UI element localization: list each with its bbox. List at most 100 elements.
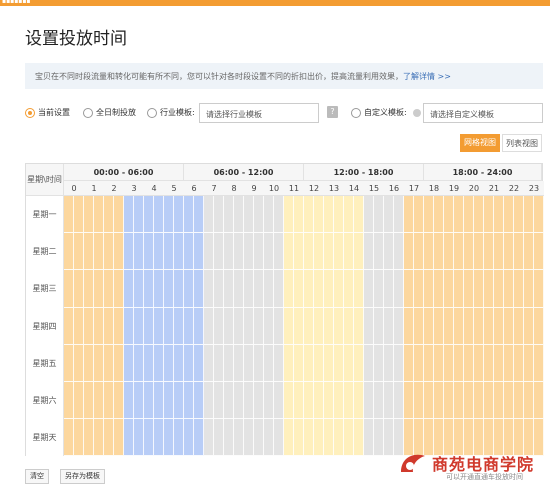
time-slot-cell[interactable] <box>304 270 314 308</box>
time-slot-cell[interactable] <box>364 196 374 234</box>
time-slot-cell[interactable] <box>504 382 514 420</box>
time-slot-cell[interactable] <box>244 270 254 308</box>
time-slot-cell[interactable] <box>304 196 314 234</box>
time-slot-cell[interactable] <box>294 344 304 382</box>
time-slot-cell[interactable] <box>514 196 524 234</box>
time-slot-cell[interactable] <box>94 270 104 308</box>
time-slot-cell[interactable] <box>284 307 294 345</box>
time-slot-cell[interactable] <box>474 382 484 420</box>
time-slot-cell[interactable] <box>164 382 174 420</box>
time-slot-cell[interactable] <box>534 270 544 308</box>
time-slot-cell[interactable] <box>194 307 204 345</box>
time-slot-cell[interactable] <box>454 307 464 345</box>
radio-current-setting[interactable]: 当前设置 <box>25 107 70 118</box>
time-slot-cell[interactable] <box>144 270 154 308</box>
time-slot-cell[interactable] <box>504 344 514 382</box>
time-slot-cell[interactable] <box>84 344 94 382</box>
time-slot-cell[interactable] <box>254 419 264 457</box>
time-slot-cell[interactable] <box>334 233 344 271</box>
time-slot-cell[interactable] <box>74 307 84 345</box>
time-slot-cell[interactable] <box>184 382 194 420</box>
radio-industry-template[interactable]: 行业模板: <box>147 107 195 118</box>
time-slot-cell[interactable] <box>524 382 534 420</box>
time-slot-cell[interactable] <box>144 233 154 271</box>
radio-full-day[interactable]: 全日制投放 <box>83 107 136 118</box>
time-slot-cell[interactable] <box>224 307 234 345</box>
time-slot-cell[interactable] <box>464 382 474 420</box>
time-slot-cell[interactable] <box>204 344 214 382</box>
time-slot-cell[interactable] <box>84 233 94 271</box>
time-slot-cell[interactable] <box>274 307 284 345</box>
time-slot-cell[interactable] <box>304 307 314 345</box>
time-slot-cell[interactable] <box>254 344 264 382</box>
time-slot-cell[interactable] <box>204 382 214 420</box>
time-slot-cell[interactable] <box>194 419 204 457</box>
time-slot-cell[interactable] <box>404 196 414 234</box>
time-slot-cell[interactable] <box>474 270 484 308</box>
time-slot-cell[interactable] <box>444 382 454 420</box>
time-slot-cell[interactable] <box>194 382 204 420</box>
time-slot-cell[interactable] <box>534 196 544 234</box>
time-slot-cell[interactable] <box>64 196 74 234</box>
time-slot-cell[interactable] <box>324 419 334 457</box>
time-slot-cell[interactable] <box>164 233 174 271</box>
time-slot-cell[interactable] <box>284 233 294 271</box>
time-slot-cell[interactable] <box>104 419 114 457</box>
time-slot-cell[interactable] <box>84 307 94 345</box>
time-slot-cell[interactable] <box>414 382 424 420</box>
time-slot-cell[interactable] <box>484 196 494 234</box>
time-slot-cell[interactable] <box>274 196 284 234</box>
time-slot-cell[interactable] <box>394 382 404 420</box>
time-slot-cell[interactable] <box>284 419 294 457</box>
time-slot-cell[interactable] <box>174 270 184 308</box>
time-slot-cell[interactable] <box>284 270 294 308</box>
time-slot-cell[interactable] <box>204 307 214 345</box>
time-slot-cell[interactable] <box>354 344 364 382</box>
time-slot-cell[interactable] <box>214 419 224 457</box>
time-slot-cell[interactable] <box>164 307 174 345</box>
time-slot-cell[interactable] <box>184 270 194 308</box>
time-slot-cell[interactable] <box>154 307 164 345</box>
time-slot-cell[interactable] <box>454 270 464 308</box>
time-slot-cell[interactable] <box>164 344 174 382</box>
time-slot-cell[interactable] <box>314 382 324 420</box>
time-slot-cell[interactable] <box>394 196 404 234</box>
time-slot-cell[interactable] <box>384 344 394 382</box>
time-slot-cell[interactable] <box>114 196 124 234</box>
clear-button[interactable]: 清空 <box>25 469 49 484</box>
time-slot-cell[interactable] <box>324 196 334 234</box>
time-slot-cell[interactable] <box>494 233 504 271</box>
time-slot-cell[interactable] <box>334 344 344 382</box>
time-slot-cell[interactable] <box>144 307 154 345</box>
time-slot-cell[interactable] <box>174 344 184 382</box>
time-slot-cell[interactable] <box>234 233 244 271</box>
time-slot-cell[interactable] <box>244 419 254 457</box>
time-slot-cell[interactable] <box>104 307 114 345</box>
time-slot-cell[interactable] <box>354 270 364 308</box>
time-slot-cell[interactable] <box>514 233 524 271</box>
time-slot-cell[interactable] <box>384 196 394 234</box>
time-slot-cell[interactable] <box>204 419 214 457</box>
time-slot-cell[interactable] <box>134 270 144 308</box>
time-slot-cell[interactable] <box>264 196 274 234</box>
time-slot-cell[interactable] <box>164 419 174 457</box>
time-slot-cell[interactable] <box>534 307 544 345</box>
time-slot-cell[interactable] <box>324 307 334 345</box>
time-slot-cell[interactable] <box>174 196 184 234</box>
time-slot-cell[interactable] <box>424 307 434 345</box>
time-slot-cell[interactable] <box>444 270 454 308</box>
time-slot-cell[interactable] <box>224 382 234 420</box>
time-slot-cell[interactable] <box>334 307 344 345</box>
time-slot-cell[interactable] <box>74 196 84 234</box>
time-slot-cell[interactable] <box>504 233 514 271</box>
save-as-template-button[interactable]: 另存为模板 <box>60 469 105 484</box>
time-slot-cell[interactable] <box>464 196 474 234</box>
time-slot-cell[interactable] <box>494 270 504 308</box>
time-slot-cell[interactable] <box>204 196 214 234</box>
time-slot-cell[interactable] <box>384 382 394 420</box>
time-slot-cell[interactable] <box>364 382 374 420</box>
time-slot-cell[interactable] <box>434 382 444 420</box>
time-slot-cell[interactable] <box>364 344 374 382</box>
time-slot-cell[interactable] <box>514 270 524 308</box>
time-slot-cell[interactable] <box>284 382 294 420</box>
